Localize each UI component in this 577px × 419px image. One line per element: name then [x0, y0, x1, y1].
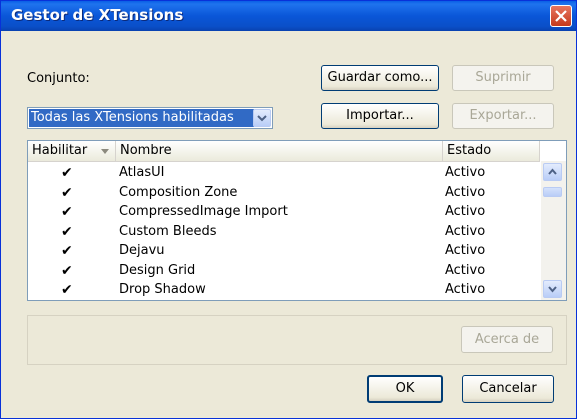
chevron-down-icon	[257, 115, 267, 122]
xtension-name: Design Grid	[119, 262, 196, 278]
about-button[interactable]: Acerca de	[461, 326, 553, 353]
close-button[interactable]	[550, 5, 572, 27]
checkmark-icon[interactable]: ✔	[61, 183, 73, 203]
scroll-thumb[interactable]	[543, 187, 562, 197]
export-button[interactable]: Exportar...	[452, 103, 554, 129]
column-header-enable-label: Habilitar	[32, 143, 88, 158]
checkmark-icon[interactable]: ✔	[61, 222, 73, 242]
sort-arrow-icon	[101, 149, 109, 154]
xtension-status: Activo	[445, 282, 486, 297]
xtension-status: Activo	[445, 243, 486, 258]
xtension-status: Activo	[445, 184, 486, 200]
vertical-scrollbar[interactable]	[541, 161, 566, 300]
xtension-status: Activo	[445, 165, 486, 180]
xtensions-list[interactable]: Habilitar Nombre Estado ✔ AtlasUI Activo ✔ C…	[27, 140, 567, 301]
close-icon	[555, 10, 567, 22]
list-item[interactable]: ✔ Design Grid Activo	[28, 261, 540, 281]
scroll-down-button[interactable]	[543, 280, 562, 298]
set-select-value: Todas las XTensions habilitadas	[29, 109, 254, 127]
set-label: Conjunto:	[27, 71, 90, 86]
list-item[interactable]: ✔ AtlasUI Activo	[28, 163, 540, 183]
combo-dropdown-button[interactable]	[253, 109, 271, 127]
set-select[interactable]: Todas las XTensions habilitadas	[27, 107, 273, 129]
xtensions-manager-dialog: Gestor de XTensions Conjunto: Guardar co…	[0, 0, 577, 419]
xtension-name: AtlasUI	[119, 165, 165, 180]
chevron-down-icon	[548, 286, 557, 293]
xtension-status: Activo	[445, 262, 486, 278]
checkmark-icon[interactable]: ✔	[61, 261, 73, 281]
column-header-name[interactable]: Nombre	[116, 141, 443, 161]
xtension-name: CompressedImage Import	[119, 204, 288, 219]
xtension-name: Custom Bleeds	[119, 223, 217, 239]
column-header-enable[interactable]: Habilitar	[28, 141, 116, 161]
ok-button[interactable]: OK	[367, 375, 443, 403]
list-item[interactable]: ✔ Dejavu Activo	[28, 241, 540, 261]
xtension-name: Dejavu	[119, 243, 165, 258]
checkmark-icon[interactable]: ✔	[61, 202, 73, 222]
import-button[interactable]: Importar...	[321, 103, 439, 129]
column-header-status[interactable]: Estado	[443, 141, 540, 161]
xtension-status: Activo	[445, 223, 486, 239]
list-item[interactable]: ✔ Composition Zone Activo	[28, 183, 540, 203]
xtension-name: Composition Zone	[119, 184, 238, 200]
list-item[interactable]: ✔ Drop Shadow Activo	[28, 280, 540, 300]
xtension-status: Activo	[445, 204, 486, 219]
chevron-up-icon	[548, 168, 557, 175]
window-title: Gestor de XTensions	[11, 6, 184, 24]
xtension-name: Drop Shadow	[119, 282, 206, 297]
checkmark-icon[interactable]: ✔	[61, 280, 73, 300]
list-header: Habilitar Nombre Estado	[28, 141, 540, 162]
checkmark-icon[interactable]: ✔	[61, 241, 73, 261]
scroll-up-button[interactable]	[543, 163, 562, 181]
list-item[interactable]: ✔ CompressedImage Import Activo	[28, 202, 540, 222]
save-as-button[interactable]: Guardar como...	[321, 65, 439, 91]
list-item[interactable]: ✔ Custom Bleeds Activo	[28, 222, 540, 242]
title-bar[interactable]: Gestor de XTensions	[1, 1, 576, 31]
checkmark-icon[interactable]: ✔	[61, 163, 73, 183]
delete-button[interactable]: Suprimir	[452, 65, 554, 91]
cancel-button[interactable]: Cancelar	[462, 375, 554, 403]
